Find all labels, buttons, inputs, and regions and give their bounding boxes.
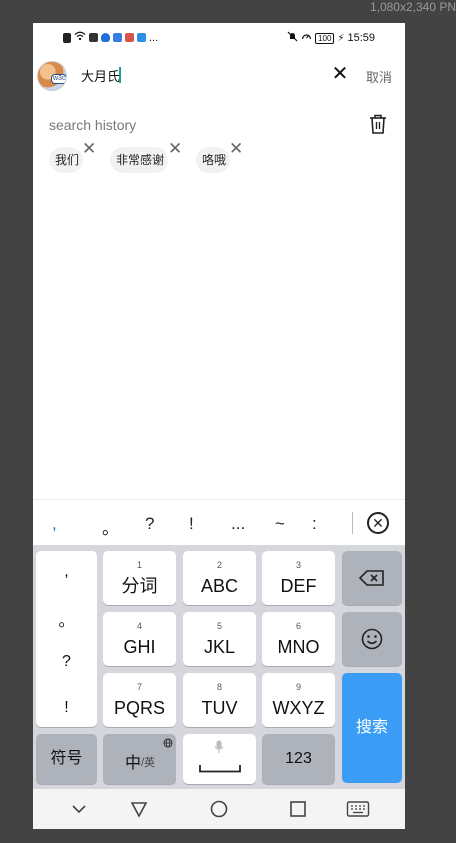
more-notifications-icon: ... — [149, 31, 159, 44]
globe-icon — [163, 738, 173, 748]
remove-tag-icon[interactable]: ✕ — [168, 140, 182, 158]
key-6[interactable]: 6 MNO — [262, 612, 335, 666]
microphone-icon — [214, 740, 224, 753]
keyboard-switch-icon[interactable] — [346, 799, 370, 819]
key-2[interactable]: 2 ABC — [183, 551, 256, 605]
candidate-question[interactable]: ? — [145, 514, 154, 534]
status-right-icons: 100 ⚡ 15:59 — [287, 31, 375, 45]
history-tag-label: 咯哦 — [202, 153, 227, 167]
close-candidates-icon[interactable]: ✕ — [367, 512, 389, 534]
mute-icon — [287, 31, 298, 45]
space-key[interactable] — [183, 734, 256, 784]
search-input[interactable] — [81, 64, 301, 86]
history-tag[interactable]: 咯哦 — [196, 147, 230, 173]
charging-icon: ⚡ — [337, 32, 345, 44]
phone-screen: ... 100 ⚡ 15:59 w3c ✕ 取消 search history — [33, 23, 405, 829]
space-bar-icon — [199, 765, 241, 773]
text-cursor — [119, 67, 121, 83]
hide-keyboard-icon[interactable] — [69, 799, 89, 819]
back-icon[interactable] — [129, 799, 149, 819]
trash-icon[interactable] — [368, 113, 388, 135]
candidate-tilde[interactable]: ~ — [275, 514, 285, 534]
speed-icon — [301, 31, 312, 45]
backspace-key[interactable] — [342, 551, 402, 605]
symbols-key[interactable]: 符号 — [36, 734, 97, 784]
history-tag[interactable]: 非常感谢 — [110, 147, 168, 173]
shield-icon — [101, 33, 110, 42]
numbers-key[interactable]: 123 — [262, 734, 335, 784]
lang-sub-label: /英 — [141, 757, 156, 769]
punct-key[interactable]: , — [36, 563, 97, 581]
sim-icon — [63, 32, 71, 43]
search-key[interactable]: 搜索 — [342, 673, 402, 783]
key-1[interactable]: 1 分词 — [103, 551, 176, 605]
status-left-icons: ... — [63, 31, 158, 44]
key-8[interactable]: 8 TUV — [183, 673, 256, 727]
candidate-bar: , 。 ? ! ... ~ : ✕ — [33, 499, 405, 545]
keyboard: , 。 ? ! 1 分词 2 ABC 3 DEF 4 GHI 5 JKL 6 M… — [33, 545, 405, 789]
candidate-ellipsis[interactable]: ... — [231, 514, 245, 534]
navigation-bar — [33, 789, 405, 829]
punctuation-column[interactable]: , 。 ? ! — [36, 551, 97, 727]
candidate-divider — [352, 512, 353, 534]
screen-resolution-label: 1,080x2,340 PN — [369, 0, 456, 14]
logo-badge-icon: w3c — [51, 74, 66, 84]
candidate-comma[interactable]: , — [52, 514, 57, 534]
key-7[interactable]: 7 PQRS — [103, 673, 176, 727]
key-3[interactable]: 3 DEF — [262, 551, 335, 605]
candidate-exclamation[interactable]: ! — [189, 514, 194, 534]
remove-tag-icon[interactable]: ✕ — [82, 140, 96, 158]
emoji-key[interactable] — [342, 612, 402, 666]
history-tag[interactable]: 我们 — [49, 147, 83, 173]
history-tag-label: 我们 — [55, 153, 80, 167]
mail-icon — [125, 33, 134, 42]
remove-tag-icon[interactable]: ✕ — [229, 140, 243, 158]
cancel-button[interactable]: 取消 — [366, 67, 392, 86]
candidate-period[interactable]: 。 — [102, 514, 119, 539]
backspace-icon — [359, 570, 384, 586]
punct-key[interactable]: ? — [36, 653, 97, 671]
clear-search-button[interactable]: ✕ — [329, 63, 351, 85]
history-tag-label: 非常感谢 — [116, 153, 165, 167]
battery-icon: 100 — [315, 32, 335, 44]
punct-key[interactable]: ! — [36, 699, 97, 717]
home-icon[interactable] — [209, 799, 229, 819]
status-bar: ... 100 ⚡ 15:59 — [33, 23, 405, 51]
lang-main-label: 中 — [125, 755, 142, 772]
key-9[interactable]: 9 WXYZ — [262, 673, 335, 727]
key-5[interactable]: 5 JKL — [183, 612, 256, 666]
punct-key[interactable]: 。 — [36, 607, 97, 631]
recent-apps-icon[interactable] — [288, 799, 308, 819]
app-logo[interactable]: w3c — [37, 61, 67, 91]
clock: 15:59 — [347, 32, 375, 44]
wifi-icon — [74, 31, 86, 44]
message-icon — [89, 33, 98, 42]
key-4[interactable]: 4 GHI — [103, 612, 176, 666]
candidate-colon[interactable]: : — [312, 514, 317, 534]
search-app-icon — [113, 33, 122, 42]
language-switch-key[interactable]: 中 /英 — [103, 734, 176, 784]
smiley-icon — [361, 628, 383, 650]
search-bar: w3c ✕ 取消 — [33, 57, 405, 93]
search-history-title: search history — [49, 117, 137, 133]
app-icon — [137, 33, 146, 42]
